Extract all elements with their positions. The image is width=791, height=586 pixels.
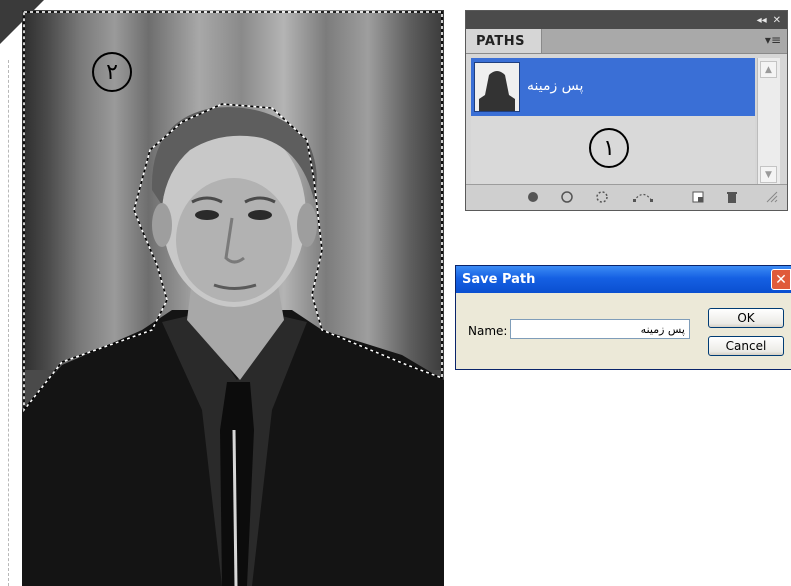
scroll-down-icon[interactable]: ▼ xyxy=(760,166,777,183)
annotation-badge-2: ٢ xyxy=(92,52,132,92)
fill-path-icon[interactable] xyxy=(525,190,541,204)
ok-button[interactable]: OK xyxy=(708,308,784,328)
selection-marquee xyxy=(23,11,443,413)
panel-footer xyxy=(466,184,787,210)
dialog-title: Save Path xyxy=(462,272,536,287)
save-path-dialog: Save Path ✕ Name: OK Cancel xyxy=(455,265,791,370)
path-item-background[interactable]: پس زمینه xyxy=(471,58,755,116)
page-margin-line xyxy=(8,60,9,586)
panel-titlebar: ◂◂ ✕ xyxy=(466,11,787,29)
dialog-titlebar: Save Path ✕ xyxy=(456,266,791,293)
load-as-selection-icon[interactable] xyxy=(594,190,610,204)
tab-paths[interactable]: PATHS xyxy=(466,29,542,53)
panel-tabs: PATHS ▾≡ xyxy=(466,29,787,54)
cancel-button[interactable]: Cancel xyxy=(708,336,784,356)
path-name-field[interactable] xyxy=(510,319,690,339)
scroll-up-icon[interactable]: ▲ xyxy=(760,61,777,78)
stroke-path-icon[interactable] xyxy=(559,190,575,204)
paths-panel: ◂◂ ✕ PATHS ▾≡ پس زمینه ١ ▲ ▼ xyxy=(465,10,788,211)
path-list-scrollbar[interactable]: ▲ ▼ xyxy=(757,58,780,186)
collapse-icon[interactable]: ◂◂ xyxy=(757,15,767,26)
annotation-badge-1: ١ xyxy=(589,128,629,168)
make-work-path-icon[interactable] xyxy=(632,190,654,204)
path-item-label: پس زمینه xyxy=(527,78,584,94)
dialog-close-icon[interactable]: ✕ xyxy=(771,269,791,290)
name-label: Name: xyxy=(468,324,508,338)
path-thumbnail xyxy=(474,62,520,112)
delete-path-icon[interactable] xyxy=(724,190,740,204)
path-list: پس زمینه ١ xyxy=(471,58,755,186)
panel-menu-icon[interactable]: ▾≡ xyxy=(765,33,781,47)
new-path-icon[interactable] xyxy=(690,190,706,204)
resize-grip-icon[interactable] xyxy=(766,190,778,204)
panel-close-icon[interactable]: ✕ xyxy=(773,15,781,26)
